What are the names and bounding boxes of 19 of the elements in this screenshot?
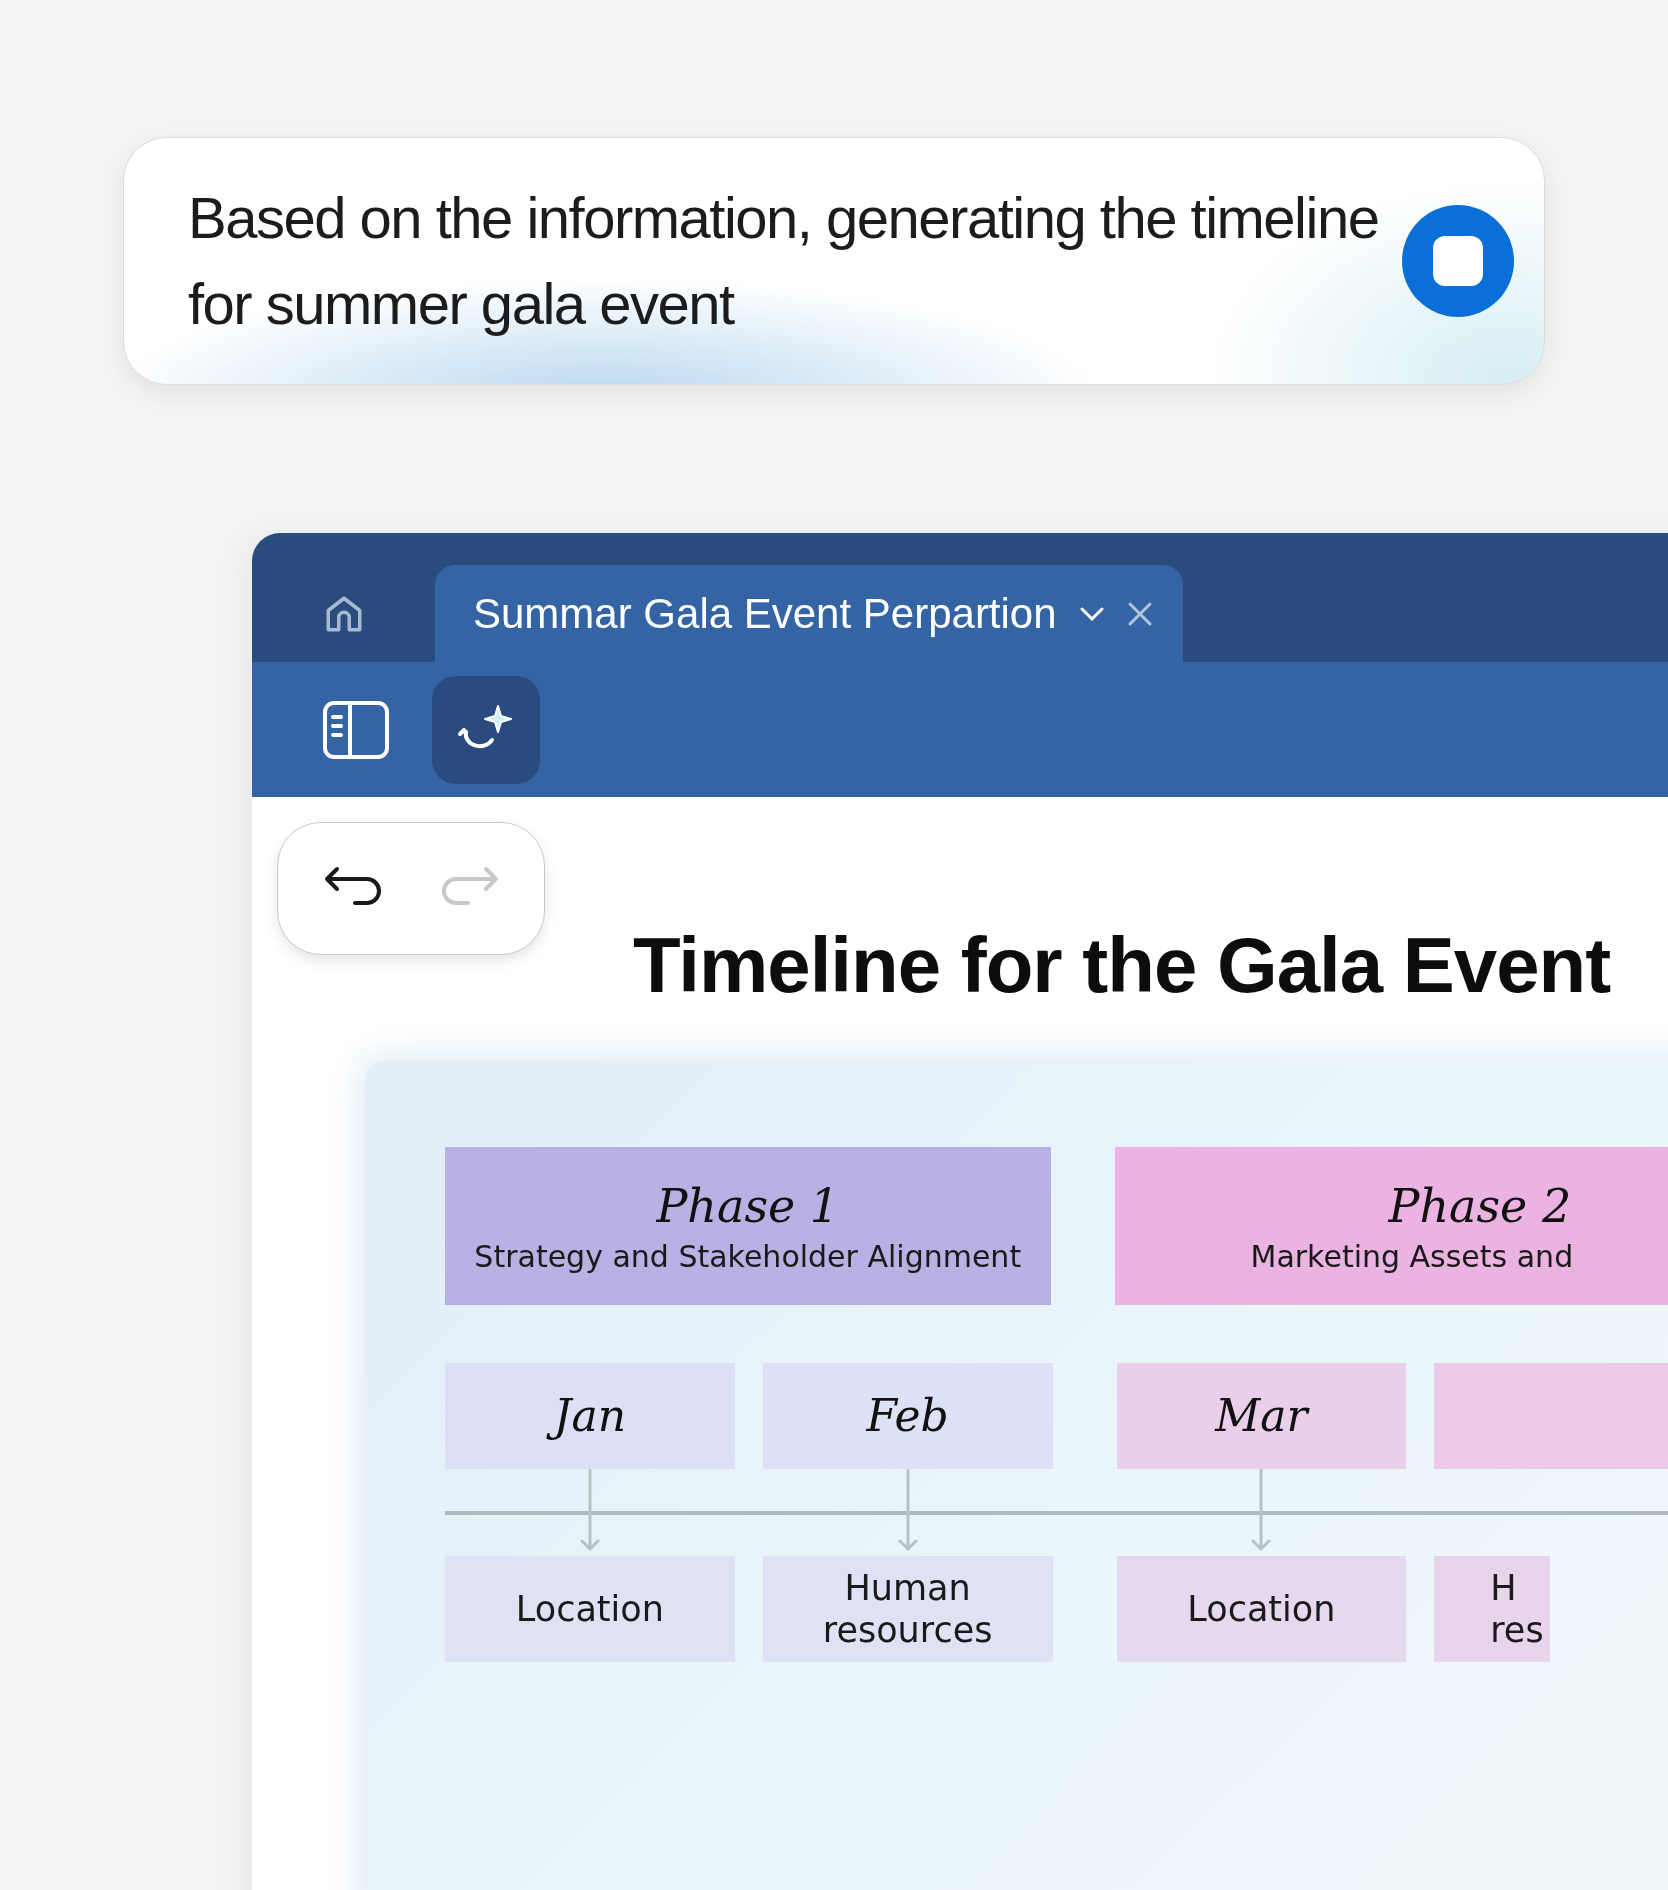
document-title: Timeline for the Gala Event	[633, 920, 1611, 1011]
month-label: Jan	[543, 1386, 636, 1446]
phase-subtitle: Strategy and Stakeholder Alignment	[474, 1238, 1022, 1274]
phase-title: Phase 1	[656, 1178, 840, 1233]
ai-assistant-button[interactable]	[432, 675, 540, 784]
task-label: Human resources	[821, 1567, 994, 1651]
sidebar-icon	[322, 699, 390, 760]
stop-icon	[1433, 236, 1483, 286]
task-label: Location	[515, 1588, 664, 1630]
close-icon[interactable]	[1126, 600, 1153, 627]
month-label: Feb	[865, 1389, 950, 1443]
prompt-text: Based on the information, generating the timeline for summer gala event	[188, 184, 1380, 338]
phase-subtitle: Marketing Assets and	[1250, 1238, 1574, 1274]
month-label: Mar	[1213, 1389, 1311, 1443]
task-label: H res	[1490, 1567, 1545, 1651]
task-label: Location	[1187, 1588, 1336, 1630]
chevron-down-icon[interactable]	[1078, 605, 1105, 622]
document-tab[interactable]: Summar Gala Event Perpartion	[435, 565, 1183, 662]
phase-title: Phase 2	[1387, 1178, 1572, 1233]
